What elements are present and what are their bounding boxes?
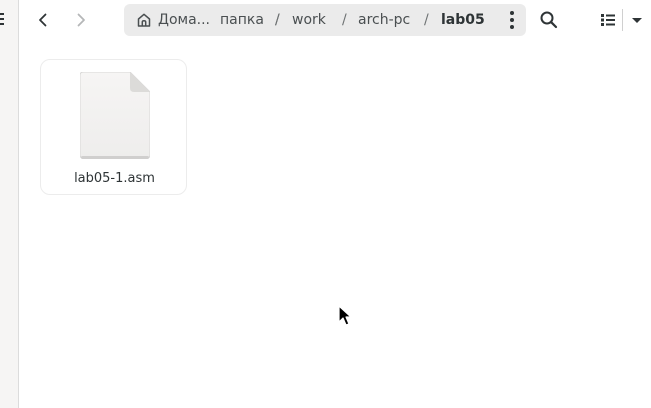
breadcrumb-folder[interactable]: папка bbox=[220, 4, 264, 36]
file-item[interactable]: lab05-1.asm bbox=[40, 59, 187, 195]
sidebar-edge bbox=[0, 0, 19, 408]
text-file-icon bbox=[80, 72, 150, 159]
back-button[interactable] bbox=[29, 6, 57, 34]
breadcrumb-separator: / bbox=[342, 12, 347, 28]
breadcrumb-separator: / bbox=[275, 12, 280, 28]
chevron-left-icon bbox=[39, 13, 47, 27]
mouse-pointer-icon bbox=[338, 305, 352, 326]
chevron-right-icon bbox=[77, 13, 85, 27]
search-icon[interactable] bbox=[537, 8, 561, 32]
caret-down-icon[interactable] bbox=[627, 8, 647, 32]
path-bar: Дома... / папка / work / arch-pc / lab05 bbox=[124, 4, 526, 36]
view-divider bbox=[622, 9, 623, 31]
forward-button[interactable] bbox=[67, 6, 95, 34]
breadcrumb-separator: / bbox=[424, 12, 429, 28]
hamburger-icon[interactable] bbox=[0, 13, 4, 26]
file-name: lab05-1.asm bbox=[74, 171, 155, 186]
kebab-menu-icon[interactable] bbox=[502, 10, 522, 30]
list-view-icon[interactable] bbox=[596, 8, 620, 32]
header-bar: Дома... / папка / work / arch-pc / lab05 bbox=[19, 0, 651, 40]
breadcrumb-current[interactable]: lab05 bbox=[441, 4, 485, 36]
breadcrumb-home[interactable]: Дома... bbox=[158, 4, 210, 36]
breadcrumb-arch-pc[interactable]: arch-pc bbox=[358, 4, 410, 36]
breadcrumb-work[interactable]: work bbox=[292, 4, 326, 36]
home-icon bbox=[137, 13, 151, 27]
